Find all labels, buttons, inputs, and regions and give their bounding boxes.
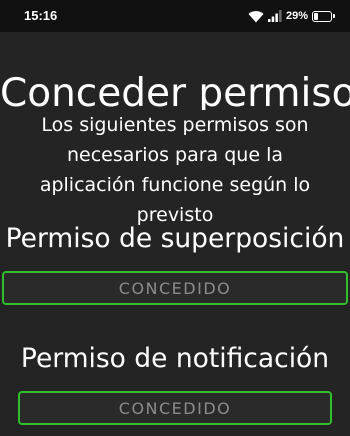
battery-percent: 29%	[285, 10, 308, 22]
overlay-permission-heading: Permiso de superposición	[5, 223, 345, 254]
battery-icon	[312, 10, 335, 22]
overlay-permission-button-label: CONCEDIDO	[118, 278, 232, 298]
status-indicators: 29%	[248, 8, 335, 24]
notification-permission-button[interactable]: CONCEDIDO	[18, 391, 332, 425]
wifi-icon	[248, 10, 264, 23]
status-bar: 15:16 29%	[0, 0, 350, 32]
signal-icon	[267, 10, 282, 22]
notification-permission-heading: Permiso de notificación	[20, 343, 330, 374]
notification-permission-button-label: CONCEDIDO	[118, 398, 232, 418]
page-subtitle: Los siguientes permisos son necesarios p…	[22, 110, 328, 230]
battery-level-fill	[314, 12, 319, 20]
status-time: 15:16	[24, 8, 58, 23]
overlay-permission-button[interactable]: CONCEDIDO	[2, 271, 348, 305]
